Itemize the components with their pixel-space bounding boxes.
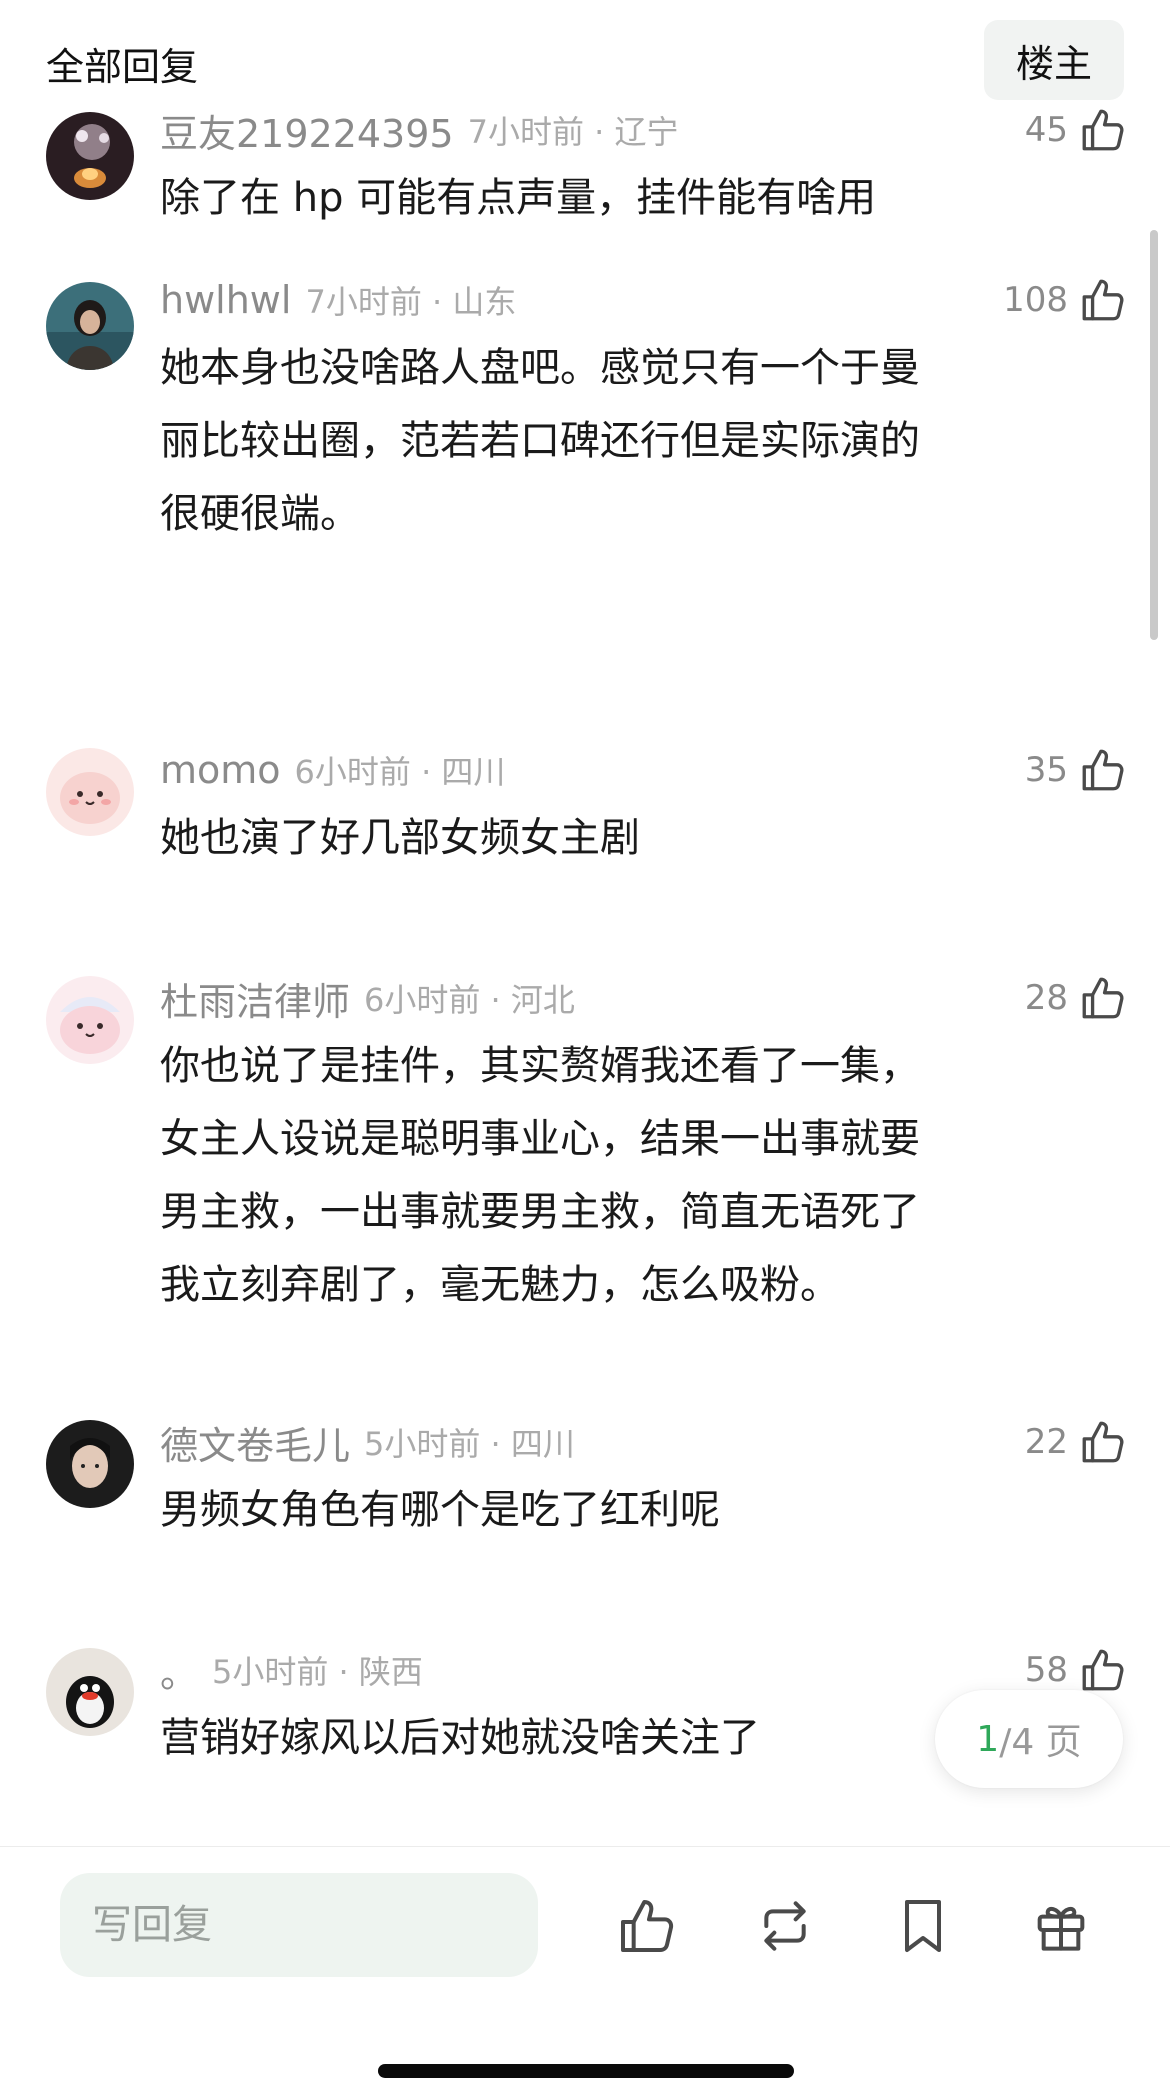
comment-meta: 。 5小时前 · 陕西 — [160, 1640, 423, 1700]
dark-lantern-avatar[interactable] — [46, 112, 134, 200]
gift-icon — [1037, 1906, 1085, 1951]
author-name[interactable]: 豆友219224395 — [160, 103, 454, 158]
comment-text: 男频女角色有哪个是吃了红利呢 — [160, 1487, 720, 1533]
thumbs-up-icon — [1082, 1421, 1124, 1463]
comment-meta: 德文卷毛儿 5小时前 · 四川 — [160, 1412, 575, 1472]
comment-time: 5小时前 · 陕西 — [212, 1653, 423, 1691]
comment-meta: 杜雨洁律师 6小时前 · 河北 — [160, 968, 575, 1028]
person-sea-avatar[interactable] — [46, 282, 134, 370]
pink-cartoon-hat-avatar[interactable] — [46, 976, 134, 1064]
page-indicator[interactable]: 1/4 页 — [935, 1690, 1123, 1788]
like-count: 45 — [1024, 110, 1068, 150]
comment-text: 除了在 hp 可能有点声量，挂件能有啥用 — [160, 175, 877, 221]
author-name[interactable]: 杜雨洁律师 — [160, 971, 350, 1026]
comment-list: 豆友219224395 7小时前 · 辽宁 45 除了在 hp 可能有点声量，挂… — [0, 0, 1170, 1840]
gift-button[interactable] — [1026, 1891, 1096, 1961]
like-button[interactable]: 22 — [1025, 1412, 1128, 1472]
thumbs-up-icon — [1082, 109, 1124, 151]
bookmark-icon — [905, 1900, 941, 1952]
total-pages: /4 页 — [999, 1722, 1082, 1763]
like-button[interactable]: 45 — [1025, 100, 1128, 160]
pink-cartoon-avatar[interactable] — [46, 748, 134, 836]
comment-text: 她本身也没啥路人盘吧。感觉只有一个于曼 丽比较出圈，范若若口碑还行但是实际演的 … — [160, 345, 920, 537]
thumbs-up-icon — [1082, 749, 1124, 791]
comment-text: 你也说了是挂件，其实赘婿我还看了一集， 女主人设说是聪明事业心，结果一出事就要 … — [160, 1043, 920, 1308]
like-count: 22 — [1024, 1422, 1068, 1462]
current-page: 1 — [976, 1718, 1000, 1760]
like-count: 28 — [1024, 978, 1068, 1018]
repost-icon — [764, 1901, 806, 1951]
bottom-action-bar — [0, 1846, 1170, 2098]
author-name[interactable]: 德文卷毛儿 — [160, 1415, 350, 1470]
like-count: 108 — [1003, 280, 1068, 320]
reply-input[interactable] — [60, 1873, 538, 1977]
scrollbar[interactable] — [1150, 230, 1158, 640]
like-count: 35 — [1024, 750, 1068, 790]
author-name[interactable]: hwlhwl — [160, 278, 291, 322]
comment-time: 7小时前 · 山东 — [305, 283, 517, 321]
like-post-button[interactable] — [612, 1891, 682, 1961]
comment-meta: hwlhwl 7小时前 · 山东 — [160, 270, 516, 330]
home-indicator[interactable] — [378, 2064, 794, 2078]
comment-meta: 豆友219224395 7小时前 · 辽宁 — [160, 100, 678, 160]
author-name[interactable]: 。 — [160, 1643, 198, 1698]
comment-time: 6小时前 · 河北 — [364, 981, 575, 1019]
thumbs-up-icon — [621, 1900, 674, 1952]
thumbs-up-icon — [1082, 1649, 1124, 1691]
like-button[interactable]: 108 — [1003, 270, 1128, 330]
like-button[interactable]: 28 — [1025, 968, 1128, 1028]
portrait-avatar[interactable] — [46, 1420, 134, 1508]
comment-meta: momo 6小时前 · 四川 — [160, 740, 505, 800]
comment-time: 6小时前 · 四川 — [294, 753, 506, 791]
repost-button[interactable] — [750, 1891, 820, 1961]
like-count: 58 — [1024, 1650, 1068, 1690]
thumbs-up-icon — [1082, 279, 1124, 321]
bookmark-button[interactable] — [888, 1891, 958, 1961]
comment-time: 7小时前 · 辽宁 — [467, 113, 679, 151]
like-button[interactable]: 35 — [1025, 740, 1128, 800]
comment-time: 5小时前 · 四川 — [364, 1425, 575, 1463]
comment-text: 她也演了好几部女频女主剧 — [160, 815, 640, 861]
thumbs-up-icon — [1082, 977, 1124, 1019]
author-name[interactable]: momo — [160, 748, 281, 792]
penguin-avatar[interactable] — [46, 1648, 134, 1736]
